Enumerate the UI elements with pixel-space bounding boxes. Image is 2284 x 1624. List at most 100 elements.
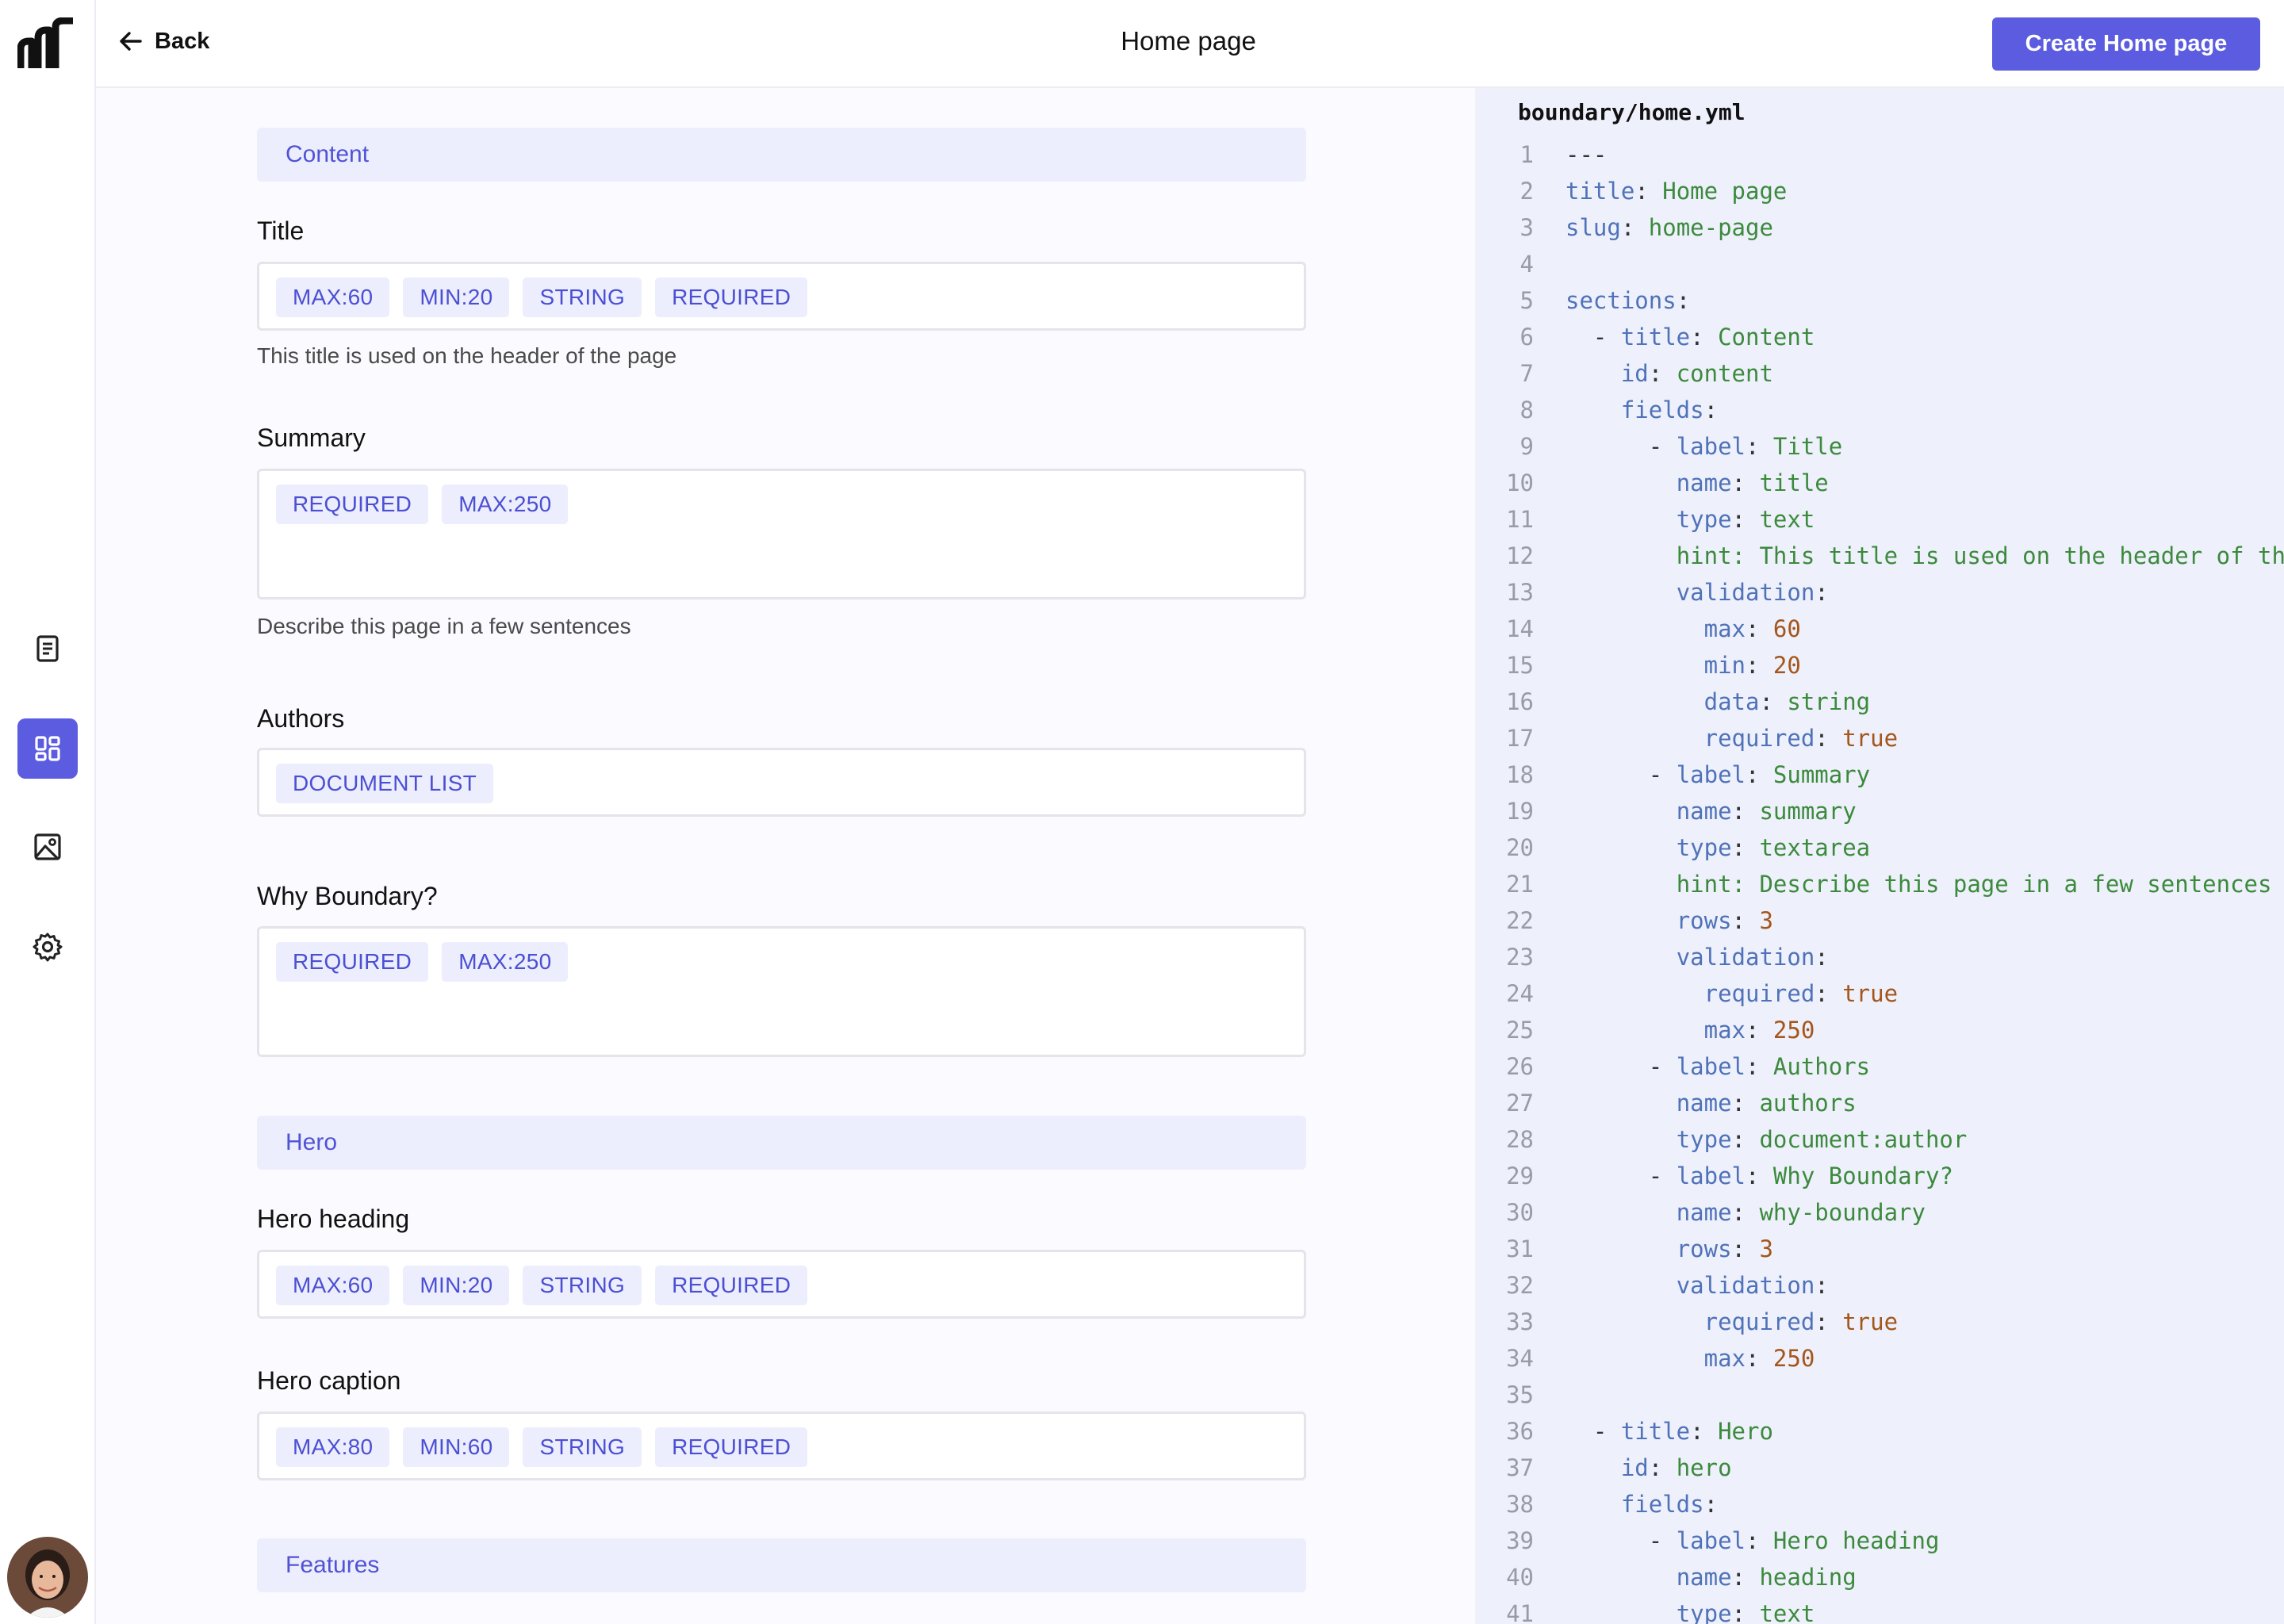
code-text: name: authors (1676, 1090, 1857, 1116)
line-number: 36 (1506, 1418, 1534, 1445)
code-text: min: 20 (1703, 652, 1801, 679)
code-text: max: 250 (1703, 1017, 1815, 1044)
code-text: type: text (1676, 506, 1815, 533)
section-header-hero: Hero (257, 1116, 1306, 1170)
code-text: id: hero (1620, 1454, 1732, 1481)
code-text: rows: 3 (1676, 1235, 1773, 1262)
validation-tag: STRING (523, 278, 642, 317)
code-line: 7 id: content (1475, 355, 2284, 392)
code-text: fields: (1620, 1491, 1719, 1518)
authors-field[interactable]: DOCUMENT LIST (257, 748, 1306, 817)
line-number: 17 (1506, 725, 1534, 752)
line-number: 35 (1506, 1381, 1534, 1408)
code-text: id: content (1620, 360, 1773, 387)
code-text: validation: (1676, 579, 1829, 606)
line-number: 26 (1506, 1053, 1534, 1080)
line-number: 10 (1506, 469, 1534, 496)
line-number: 4 (1519, 251, 1534, 278)
code-line: 29 - label: Why Boundary? (1475, 1158, 2284, 1194)
code-text: - label: Hero heading (1648, 1527, 1940, 1554)
create-page-button[interactable]: Create Home page (1992, 17, 2260, 71)
code-line: 21 hint: Describe this page in a few sen… (1475, 866, 2284, 902)
code-line: 22 rows: 3 (1475, 902, 2284, 939)
code-text: hint: This title is used on the header o… (1676, 542, 2284, 569)
code-line: 9 - label: Title (1475, 428, 2284, 465)
line-number: 6 (1519, 324, 1534, 350)
code-line: 33 required: true (1475, 1304, 2284, 1340)
field-label-why-boundary: Why Boundary? (257, 882, 438, 910)
title-field[interactable]: MAX:60 MIN:20 STRING REQUIRED (257, 262, 1306, 331)
code-line: 1 --- (1475, 136, 2284, 173)
code-text: rows: 3 (1676, 907, 1773, 934)
validation-tag: STRING (523, 1266, 642, 1305)
code-text: name: why-boundary (1676, 1199, 1926, 1226)
validation-tag: MAX:60 (276, 1266, 390, 1305)
boundary-logo[interactable] (17, 17, 78, 73)
code-text: fields: (1620, 396, 1719, 423)
code-text: data: string (1703, 688, 1871, 715)
validation-tag: MIN:20 (403, 278, 510, 317)
layout-icon[interactable] (17, 718, 78, 779)
code-text: required: true (1703, 980, 1899, 1007)
avatar[interactable] (7, 1537, 88, 1618)
line-number: 16 (1506, 688, 1534, 715)
validation-tag: MAX:250 (442, 942, 569, 982)
code-text: - label: Why Boundary? (1648, 1162, 1953, 1189)
line-number: 23 (1506, 944, 1534, 971)
hero-heading-field[interactable]: MAX:60 MIN:20 STRING REQUIRED (257, 1250, 1306, 1319)
summary-field[interactable]: REQUIRED MAX:250 (257, 469, 1306, 599)
code-text: validation: (1676, 944, 1829, 971)
code-text: - title: Content (1592, 324, 1815, 350)
yaml-code-panel[interactable]: boundary/home.yml 1 --- 2 title: Home page 3… (1475, 88, 2284, 1624)
code-line: 8 fields: (1475, 392, 2284, 428)
code-line: 25 max: 250 (1475, 1012, 2284, 1048)
code-text: required: true (1703, 725, 1899, 752)
code-text: type: document:author (1676, 1126, 1968, 1153)
line-number: 19 (1506, 798, 1534, 825)
why-boundary-field[interactable]: REQUIRED MAX:250 (257, 926, 1306, 1057)
line-number: 14 (1506, 615, 1534, 642)
code-line: 19 name: summary (1475, 793, 2284, 829)
code-text: validation: (1676, 1272, 1829, 1299)
code-line: 14 max: 60 (1475, 611, 2284, 647)
line-number: 3 (1519, 214, 1534, 241)
code-text: - label: Title (1648, 433, 1843, 460)
field-label-summary: Summary (257, 423, 366, 452)
code-line: 26 - label: Authors (1475, 1048, 2284, 1085)
validation-tag: REQUIRED (276, 485, 429, 524)
code-text: type: text (1676, 1600, 1815, 1624)
gear-icon[interactable] (17, 917, 78, 977)
field-hint-title: This title is used on the header of the … (257, 343, 677, 368)
hero-caption-field[interactable]: MAX:80 MIN:60 STRING REQUIRED (257, 1411, 1306, 1480)
code-line: 28 type: document:author (1475, 1121, 2284, 1158)
code-line: 6 - title: Content (1475, 319, 2284, 355)
code-text: - label: Summary (1648, 761, 1871, 788)
line-number: 8 (1519, 396, 1534, 423)
code-text: slug: home-page (1565, 214, 1773, 241)
code-line: 36 - title: Hero (1475, 1413, 2284, 1450)
line-number: 29 (1506, 1162, 1534, 1189)
field-hint-summary: Describe this page in a few sentences (257, 614, 631, 638)
validation-tag: REQUIRED (655, 1427, 808, 1467)
line-number: 12 (1506, 542, 1534, 569)
line-number: 37 (1506, 1454, 1534, 1481)
section-header-features: Features (257, 1538, 1306, 1592)
line-number: 9 (1519, 433, 1534, 460)
code-line: 17 required: true (1475, 720, 2284, 756)
line-number: 40 (1506, 1564, 1534, 1591)
line-number: 20 (1506, 834, 1534, 861)
code-line: 34 max: 250 (1475, 1340, 2284, 1377)
code-text: name: title (1676, 469, 1829, 496)
code-text: max: 60 (1703, 615, 1801, 642)
line-number: 15 (1506, 652, 1534, 679)
code-text: name: summary (1676, 798, 1857, 825)
validation-tag: MAX:250 (442, 485, 569, 524)
code-line: 20 type: textarea (1475, 829, 2284, 866)
code-text: type: textarea (1676, 834, 1871, 861)
code-line: 38 fields: (1475, 1486, 2284, 1522)
code-text: --- (1565, 141, 1608, 168)
media-icon[interactable] (17, 817, 78, 877)
line-number: 25 (1506, 1017, 1534, 1044)
line-number: 41 (1506, 1600, 1534, 1624)
document-icon[interactable] (17, 619, 78, 679)
